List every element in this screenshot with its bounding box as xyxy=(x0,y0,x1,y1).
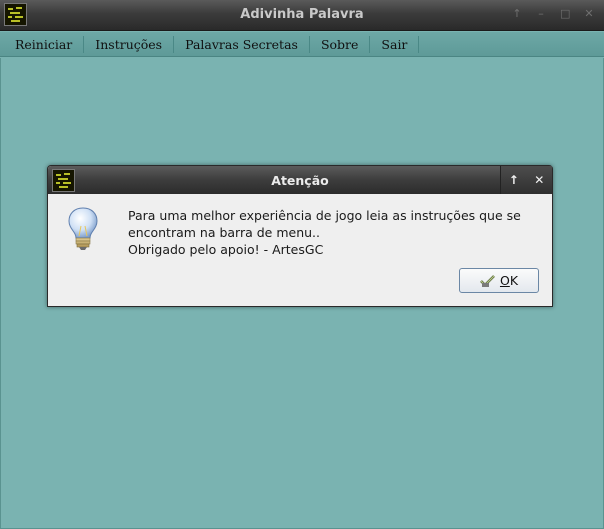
attention-dialog: Atenção ↑ ✕ Para uma melhor experiência … xyxy=(47,165,553,307)
dialog-titlebar[interactable]: Atenção ↑ ✕ xyxy=(48,166,552,194)
menu-palavras-secretas[interactable]: Palavras Secretas xyxy=(174,35,310,53)
menu-sair[interactable]: Sair xyxy=(370,35,420,53)
close-icon[interactable]: ✕ xyxy=(584,6,594,22)
window-titlebar[interactable]: Adivinha Palavra ↑ – □ ✕ xyxy=(0,0,604,31)
dialog-message: Para uma melhor experiência de jogo leia… xyxy=(128,207,548,258)
ok-label: K xyxy=(509,273,519,288)
menu-bar: Reiniciar Instruções Palavras Secretas S… xyxy=(0,32,604,57)
minimize-icon[interactable]: – xyxy=(536,6,546,22)
checkmark-icon xyxy=(480,274,495,287)
ok-mnemonic: O xyxy=(499,273,510,288)
message-line: Obrigado pelo apoio! - ArtesGC xyxy=(128,242,324,257)
menu-sobre[interactable]: Sobre xyxy=(310,35,371,53)
lightbulb-icon xyxy=(68,207,98,250)
dialog-close-icon[interactable]: ✕ xyxy=(534,173,544,187)
ok-button[interactable]: OK xyxy=(459,268,539,293)
menu-instrucoes[interactable]: Instruções xyxy=(84,35,175,53)
dialog-title: Atenção xyxy=(271,173,329,188)
maximize-icon[interactable]: □ xyxy=(560,6,570,22)
menu-reiniciar[interactable]: Reiniciar xyxy=(4,35,85,53)
keep-above-icon[interactable]: ↑ xyxy=(512,6,522,22)
dialog-keep-above-icon[interactable]: ↑ xyxy=(509,173,519,187)
message-line: encontram na barra de menu.. xyxy=(128,225,321,240)
message-line: Para uma melhor experiência de jogo leia… xyxy=(128,208,521,223)
